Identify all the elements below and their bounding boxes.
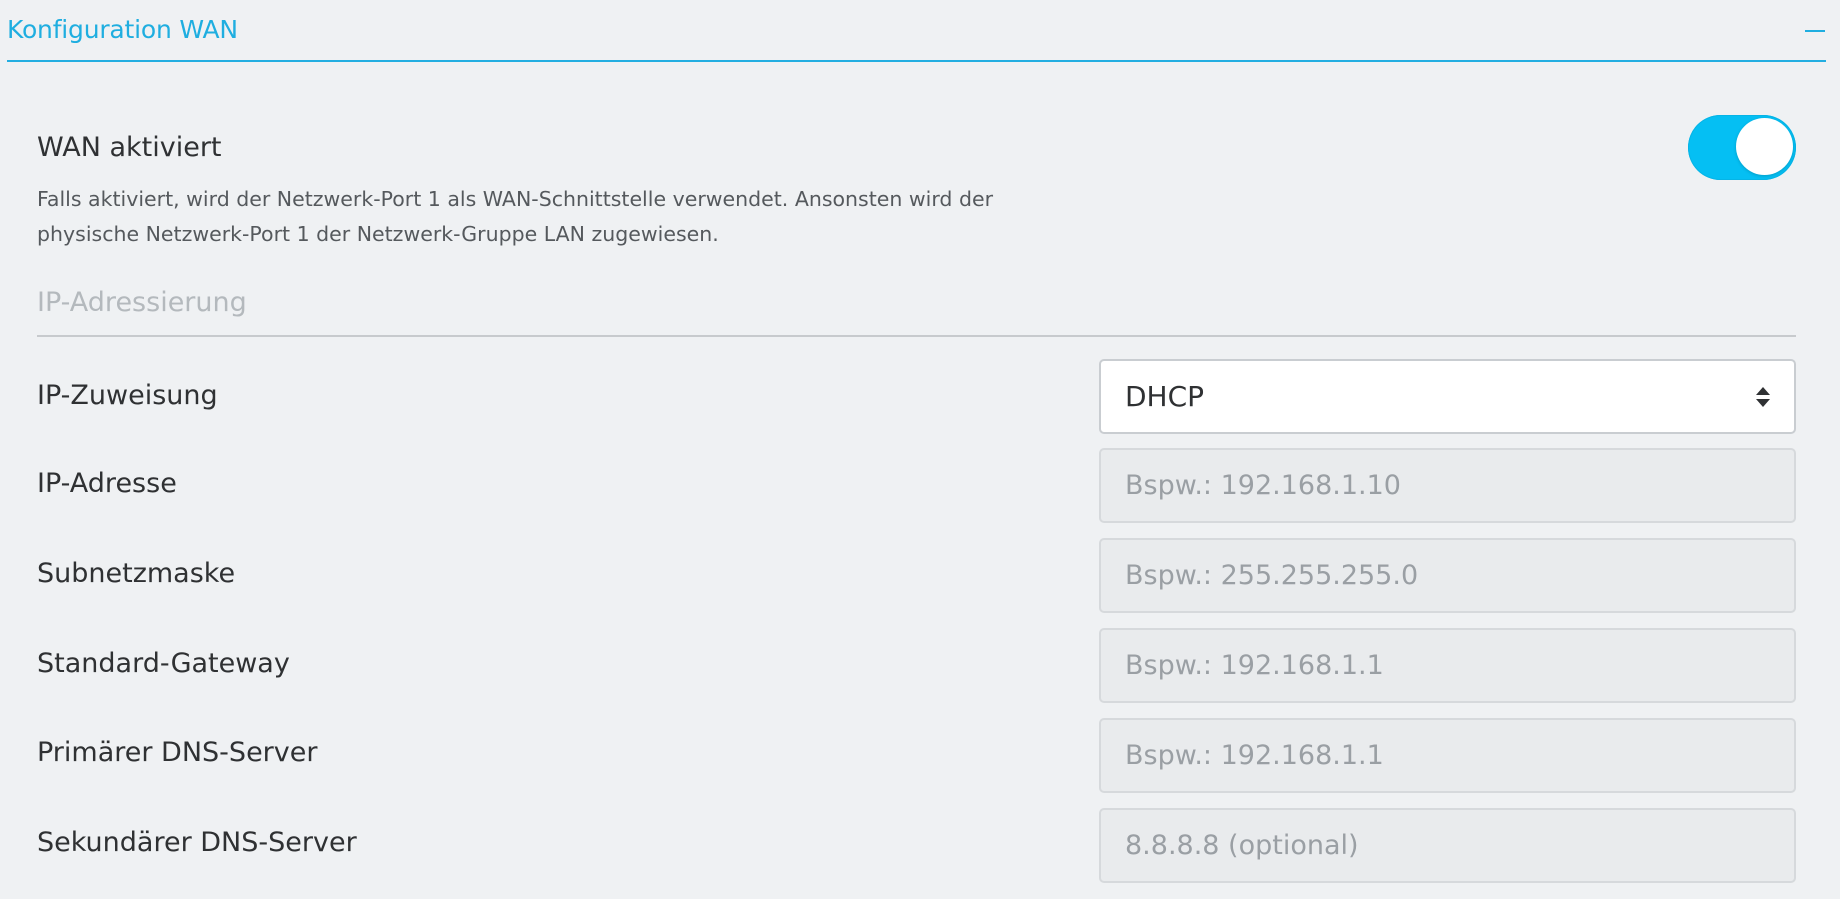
subnet-mask-field-box	[1099, 538, 1796, 613]
default-gateway-field-box	[1099, 628, 1796, 703]
panel-header: Konfiguration WAN	[7, 0, 1826, 62]
minus-icon[interactable]	[1804, 18, 1826, 40]
wan-enabled-toggle[interactable]	[1688, 115, 1796, 180]
ip-assignment-select[interactable]: DHCP	[1099, 359, 1796, 434]
ip-address-input[interactable]	[1101, 450, 1794, 521]
wan-enabled-description: Falls aktiviert, wird der Netzwerk-Port …	[37, 187, 994, 246]
primary-dns-input[interactable]	[1101, 720, 1794, 791]
subnet-mask-input[interactable]	[1101, 540, 1794, 611]
secondary-dns-input[interactable]	[1101, 810, 1794, 881]
subnet-mask-label: Subnetzmaske	[37, 558, 236, 589]
default-gateway-input[interactable]	[1101, 630, 1794, 701]
default-gateway-label: Standard-Gateway	[37, 648, 290, 679]
ip-address-label: IP-Adresse	[37, 468, 177, 499]
ip-assignment-label: IP-Zuweisung	[37, 380, 218, 411]
ip-assignment-value: DHCP	[1125, 380, 1205, 413]
secondary-dns-field-box	[1099, 808, 1796, 883]
ip-address-field-box	[1099, 448, 1796, 523]
secondary-dns-label: Sekundärer DNS-Server	[37, 827, 357, 858]
primary-dns-label: Primärer DNS-Server	[37, 737, 318, 768]
section-divider	[37, 335, 1796, 337]
panel-title: Konfiguration WAN	[7, 15, 238, 44]
sort-arrows-icon	[1756, 387, 1770, 409]
wan-enabled-label: WAN aktiviert	[37, 132, 222, 163]
ip-addressing-heading: IP-Adressierung	[37, 287, 247, 318]
wan-config-panel: Konfiguration WAN WAN aktiviert Falls ak…	[0, 0, 1840, 899]
primary-dns-field-box	[1099, 718, 1796, 793]
toggle-knob	[1736, 118, 1793, 175]
